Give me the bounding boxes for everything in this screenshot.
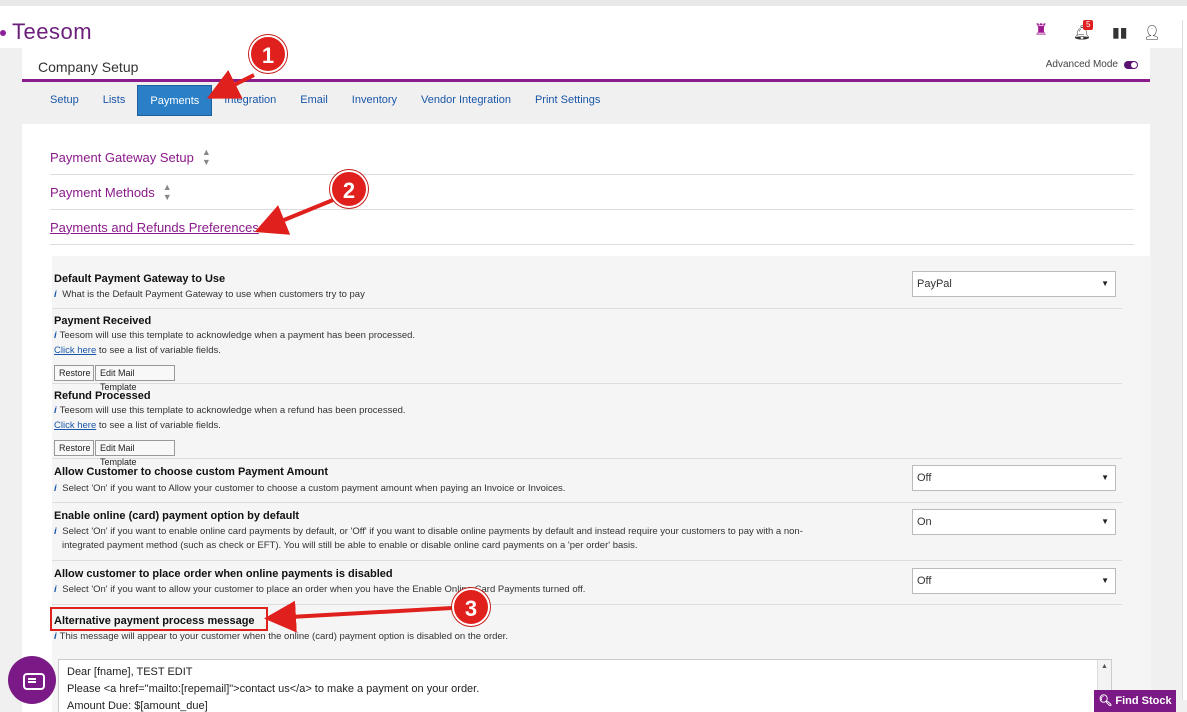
default-gateway-select[interactable]: PayPal ▼ [912,271,1116,297]
info-icon: i [54,289,57,300]
setting-label: Allow Customer to choose custom Payment … [54,466,329,478]
textarea-line: Dear [fname], TEST EDIT [67,666,193,678]
chevron-down-icon: ▼ [1101,517,1109,526]
advanced-mode-control[interactable]: Advanced Mode [1046,59,1138,70]
setting-refund-processed: Refund Processed i Teesom will use this t… [52,384,1122,467]
setting-help: i Select 'On' if you want to enable onli… [54,526,803,537]
sort-icon: ▲ ▼ [162,182,172,202]
restore-button[interactable]: Restore [54,440,94,456]
setting-label: Allow customer to place order when onlin… [54,568,393,580]
tab-integration[interactable]: Integration [212,85,288,116]
variable-fields-note: Click here to see a list of variable fie… [54,345,221,356]
settings-tabs: Setup Lists Payments Integration Email I… [22,85,1150,116]
festive-tree-icon[interactable]: ♜ [1034,20,1048,40]
edit-mail-template-button[interactable]: Edit Mail Template [95,365,175,392]
online-card-select[interactable]: On ▼ [912,509,1116,535]
tab-email[interactable]: Email [288,85,340,116]
setting-order-when-disabled: Allow customer to place order when onlin… [52,561,1122,605]
edit-mail-template-button[interactable]: Edit Mail Template [95,440,175,467]
tab-inventory[interactable]: Inventory [340,85,409,116]
setting-label: Refund Processed [54,390,151,402]
setting-help-continued: integrated payment method (such as check… [62,540,638,551]
order-when-disabled-select[interactable]: Off ▼ [912,568,1116,594]
highlight-box [50,607,268,631]
chevron-down-icon: ▼ [1101,576,1109,585]
custom-amount-select[interactable]: Off ▼ [912,465,1116,491]
variable-fields-note: Click here to see a list of variable fie… [54,420,221,431]
info-icon: i [54,584,57,595]
tab-setup[interactable]: Setup [22,85,91,116]
sort-icon: ▲ ▼ [201,147,211,167]
accordion-payments-refunds-preferences[interactable]: Payments and Refunds Preferences [50,210,1134,245]
tab-lists[interactable]: Lists [91,85,138,116]
page-header: Company Setup Advanced Mode [22,48,1150,82]
tab-print-settings[interactable]: Print Settings [523,85,612,116]
advanced-mode-toggle[interactable] [1124,60,1138,69]
top-bar: Teesom ♜ 🔔︎ 5 ▮▮ 👤︎ [0,6,1187,48]
info-icon: i [54,631,57,642]
setting-help: i Teesom will use this template to acknow… [54,405,406,416]
setting-label: Payment Received [54,315,152,327]
accordion-label[interactable]: Payment Methods [50,185,155,200]
callout-1: 1 [249,35,287,73]
tab-vendor-integration[interactable]: Vendor Integration [409,85,523,116]
notification-badge: 5 [1083,20,1094,30]
setting-custom-amount: Allow Customer to choose custom Payment … [52,459,1122,503]
user-icon[interactable]: 👤︎ [1143,24,1161,41]
accordion-payment-methods[interactable]: Payment Methods ▲ ▼ [50,175,1134,210]
info-icon: i [54,526,57,537]
setting-help: i This message will appear to your custom… [54,631,508,642]
page-title: Company Setup [38,59,139,75]
accordion-label[interactable]: Payments and Refunds Preferences [50,220,259,235]
setting-online-card: Enable online (card) payment option by d… [52,503,1122,561]
chat-button[interactable] [8,656,56,704]
setting-help: i Teesom will use this template to acknow… [54,330,416,341]
tab-payments[interactable]: Payments [137,85,213,116]
info-icon: i [54,483,57,494]
textarea-line: Please <a href="mailto:[repemail]">conta… [67,683,480,695]
callout-3: 3 [452,588,490,626]
info-icon: i [54,405,57,416]
setting-help: i Select 'On' if you want to Allow your … [54,483,566,494]
find-stock-button[interactable]: 🔍︎ Find Stock [1094,690,1176,712]
setting-label: Enable online (card) payment option by d… [54,510,300,522]
setting-default-gateway: Default Payment Gateway to Use i What is… [52,268,1122,309]
logo-dot-icon [0,30,6,37]
preferences-form: Default Payment Gateway to Use i What is… [52,256,1151,712]
setting-help: i Select 'On' if you want to allow your … [54,584,586,595]
callout-2: 2 [330,170,368,208]
columns-icon[interactable]: ▮▮ [1112,24,1127,41]
accordion-payment-gateway-setup[interactable]: Payment Gateway Setup ▲ ▼ [50,140,1134,175]
setting-payment-received: Payment Received i Teesom will use this t… [52,309,1122,392]
info-icon: i [54,330,57,341]
accordion-label[interactable]: Payment Gateway Setup [50,150,194,165]
chevron-down-icon: ▼ [1101,473,1109,482]
search-icon: 🔍︎ [1098,695,1113,707]
logo-text: Teesom [12,19,93,44]
setting-help: i What is the Default Payment Gateway to… [54,289,365,300]
window-scrollbar[interactable] [1182,20,1187,700]
click-here-link[interactable]: Click here [54,420,96,431]
alt-message-textarea[interactable]: Dear [fname], TEST EDIT Please <a href="… [58,659,1112,712]
chevron-down-icon: ▼ [1101,279,1109,288]
textarea-line: Amount Due: $[amount_due] [67,700,208,712]
click-here-link[interactable]: Click here [54,345,96,356]
logo[interactable]: Teesom [0,19,92,45]
restore-button[interactable]: Restore [54,365,94,381]
advanced-mode-label: Advanced Mode [1045,59,1118,70]
setting-label: Default Payment Gateway to Use [54,273,226,285]
